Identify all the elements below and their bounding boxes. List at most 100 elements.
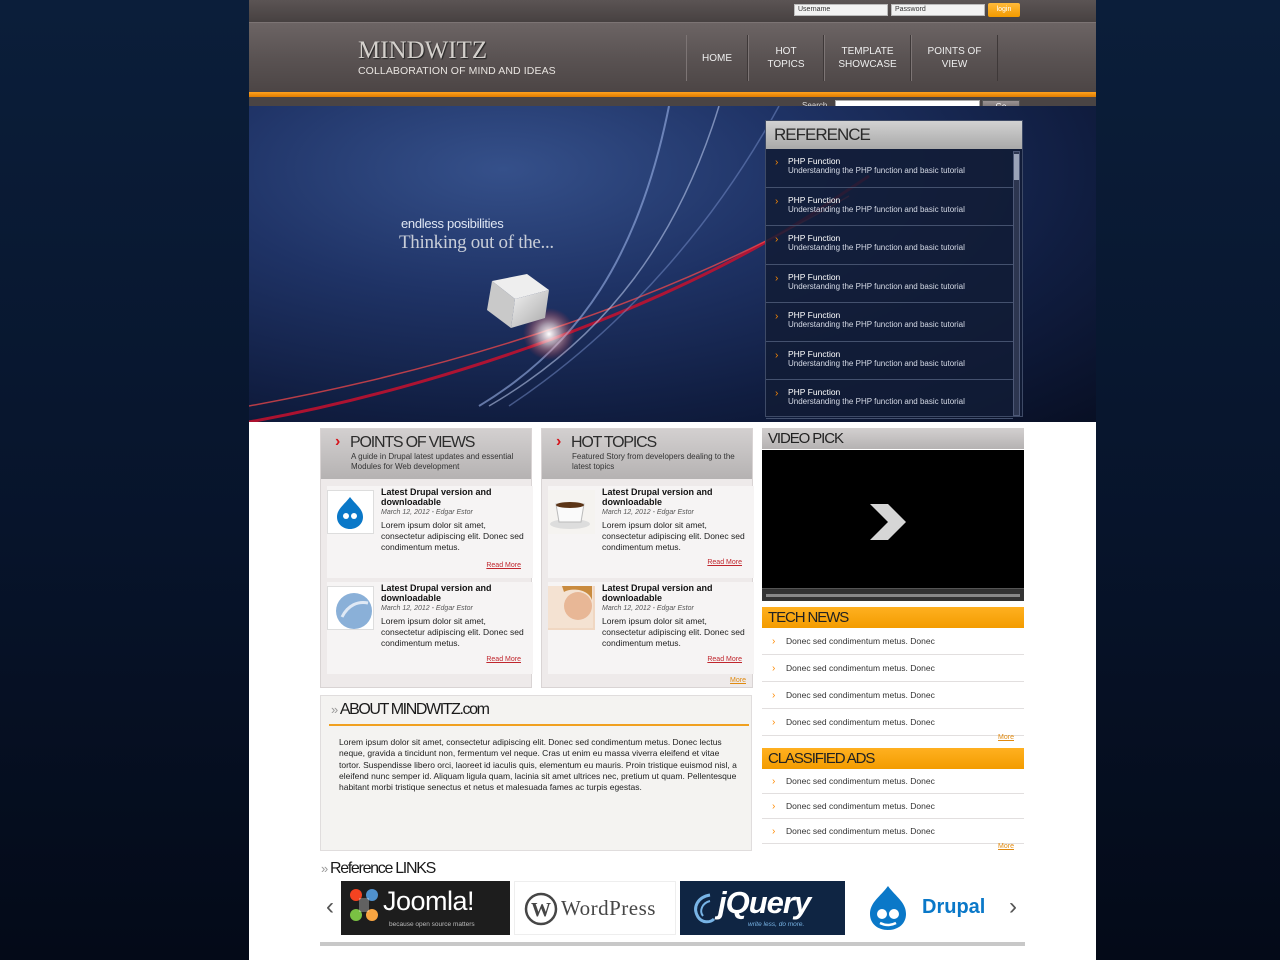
coffee-cup-thumbnail: [548, 490, 595, 534]
article-meta: March 12, 2012 - Edgar Estor: [602, 509, 694, 516]
chevron-right-icon: ›: [775, 195, 779, 207]
double-chevron-icon: »: [331, 702, 338, 717]
list-item-label: Donec sed condimentum metus. Donec: [786, 826, 935, 836]
chevron-right-icon: ›: [772, 690, 776, 701]
about-title-text: ABOUT MINDWITZ.com: [339, 701, 490, 718]
footer-divider: [320, 942, 1025, 946]
reference-item-desc: Understanding the PHP function and basic…: [788, 358, 965, 368]
chevron-right-icon: ›: [772, 717, 776, 728]
reference-item[interactable]: › PHP Function Understanding the PHP funct…: [766, 342, 1013, 380]
list-item[interactable]: › Donec sed condimentum metus. Donec: [762, 819, 1024, 844]
article-card[interactable]: Latest Drupal version and downloadable M…: [548, 486, 754, 578]
header: MINDWITZ COLLABORATION OF MIND AND IDEAS…: [249, 22, 1096, 92]
jquery-logo-link[interactable]: jQuery write less, do more.: [680, 881, 845, 935]
reference-item[interactable]: › PHP Function Understanding the PHP funct…: [766, 265, 1013, 303]
reference-item-title: PHP Function: [788, 271, 841, 282]
reference-scrollbar[interactable]: [1013, 151, 1020, 416]
chevron-right-icon: ›: [772, 636, 776, 647]
points-of-views-title: POINTS OF VIEWS: [350, 434, 475, 451]
wordpress-logo-link[interactable]: W WordPress: [514, 881, 676, 935]
list-item-label: Donec sed condimentum metus. Donec: [786, 690, 935, 700]
list-item[interactable]: › Donec sed condimentum metus. Donec: [762, 794, 1024, 819]
password-field[interactable]: Password: [891, 4, 985, 16]
nav-label: TEMPLATE SHOWCASE: [838, 46, 897, 70]
video-controls[interactable]: [762, 588, 1024, 601]
article-title[interactable]: Latest Drupal version and downloadable: [381, 583, 521, 603]
play-icon[interactable]: [762, 450, 1024, 588]
article-body: Lorem ipsum dolor sit amet, consectetur …: [602, 616, 745, 648]
read-more-link[interactable]: Read More: [486, 562, 521, 569]
article-card[interactable]: Latest Drupal version and downloadable M…: [548, 582, 754, 674]
scrollbar-thumb[interactable]: [1014, 154, 1019, 180]
list-item[interactable]: › Donec sed condimentum metus. Donec: [762, 628, 1024, 655]
username-field[interactable]: Username: [794, 4, 888, 16]
list-item[interactable]: › Donec sed condimentum metus. Donec: [762, 709, 1024, 736]
carousel-next-icon[interactable]: ›: [1009, 893, 1017, 921]
article-body: Lorem ipsum dolor sit amet, consectetur …: [381, 616, 524, 648]
list-item[interactable]: › Donec sed condimentum metus. Donec: [762, 682, 1024, 709]
more-link[interactable]: More: [998, 734, 1014, 741]
drupal-logo-link[interactable]: Drupal: [850, 881, 1000, 935]
points-of-views-desc: A guide in Drupal latest updates and ess…: [351, 452, 514, 471]
reference-item-desc: Understanding the PHP function and basic…: [788, 281, 965, 291]
joomla-logo-link[interactable]: Joomla! because open source matters: [341, 881, 510, 935]
list-item[interactable]: › Donec sed condimentum metus. Donec: [762, 769, 1024, 794]
reference-item[interactable]: › PHP Function Understanding the PHP funct…: [766, 226, 1013, 265]
about-divider: [329, 724, 749, 726]
reference-item-title: PHP Function: [788, 156, 841, 166]
chevron-right-icon: ›: [775, 157, 779, 168]
chevron-right-icon: ›: [772, 776, 776, 787]
read-more-link[interactable]: Read More: [707, 559, 742, 566]
nav-label: POINTS OF VIEW: [927, 46, 982, 70]
list-item[interactable]: › Donec sed condimentum metus. Donec: [762, 655, 1024, 682]
reference-item-desc: Understanding the PHP function and basic…: [788, 397, 965, 406]
list-item-label: Donec sed condimentum metus. Donec: [786, 663, 935, 673]
list-item-label: Donec sed condimentum metus. Donec: [786, 801, 935, 811]
list-item-label: Donec sed condimentum metus. Donec: [786, 776, 935, 786]
reference-item-title: PHP Function: [788, 233, 841, 243]
hero-tagline-small: endless posibilities: [401, 216, 504, 231]
hero-tagline-large: Thinking out of the...: [399, 232, 554, 253]
login-button[interactable]: login: [988, 3, 1020, 17]
reference-item-title: PHP Function: [788, 348, 841, 359]
article-meta: March 12, 2012 - Edgar Estor: [381, 605, 473, 612]
nav-home[interactable]: HOME: [686, 35, 748, 81]
read-more-link[interactable]: Read More: [486, 656, 521, 663]
reference-item[interactable]: › PHP Function Understanding the PHP funct…: [766, 380, 1013, 419]
reference-item-desc: Understanding the PHP function and basic…: [788, 166, 965, 175]
nav-template-showcase[interactable]: TEMPLATE SHOWCASE: [824, 35, 911, 81]
article-title[interactable]: Latest Drupal version and downloadable: [602, 583, 742, 603]
drupal-thumbnail: [327, 490, 374, 534]
carousel-prev-icon[interactable]: ‹: [326, 893, 334, 921]
classified-ads-title: CLASSIFIED ADS: [762, 748, 1024, 769]
reference-item[interactable]: › PHP Function Understanding the PHP funct…: [766, 188, 1013, 226]
video-progress-bar[interactable]: [766, 594, 1020, 597]
hot-topics-title: HOT TOPICS: [571, 434, 657, 451]
wordpress-icon: W: [524, 892, 558, 926]
wordpress-wordmark: WordPress: [561, 896, 656, 920]
reference-item[interactable]: › PHP Function Understanding the PHP funct…: [766, 149, 1013, 188]
article-title[interactable]: Latest Drupal version and downloadable: [602, 487, 742, 507]
chevron-right-icon: ›: [772, 663, 776, 674]
reference-item[interactable]: › PHP Function Understanding the PHP funct…: [766, 303, 1013, 342]
hot-topics-header: › HOT TOPICS Featured Story from develop…: [542, 429, 752, 479]
reference-item-title: PHP Function: [788, 194, 841, 205]
reference-item-title: PHP Function: [788, 387, 841, 397]
read-more-link[interactable]: Read More: [707, 656, 742, 663]
site-tagline: COLLABORATION OF MIND AND IDEAS: [358, 65, 556, 77]
video-player[interactable]: [762, 450, 1024, 598]
article-meta: March 12, 2012 - Edgar Estor: [602, 605, 694, 612]
article-card[interactable]: Latest Drupal version and downloadable M…: [327, 486, 533, 578]
list-item-label: Donec sed condimentum metus. Donec: [786, 636, 935, 646]
site-logo[interactable]: MINDWITZ: [358, 37, 487, 65]
more-link[interactable]: More: [730, 677, 746, 684]
article-card[interactable]: Latest Drupal version and downloadable M…: [327, 582, 533, 674]
nav-points-of-view[interactable]: POINTS OF VIEW: [911, 35, 998, 81]
article-title[interactable]: Latest Drupal version and downloadable: [381, 487, 521, 507]
points-of-views-box: › POINTS OF VIEWS A guide in Drupal late…: [320, 428, 533, 688]
nav-hot-topics[interactable]: HOT TOPICS: [748, 35, 824, 81]
about-section: » ABOUT MINDWITZ.com Lorem ipsum dolor si…: [320, 695, 752, 851]
more-link[interactable]: More: [998, 843, 1014, 850]
article-meta: March 12, 2012 - Edgar Estor: [381, 509, 473, 516]
reference-item-title: PHP Function: [788, 310, 841, 320]
